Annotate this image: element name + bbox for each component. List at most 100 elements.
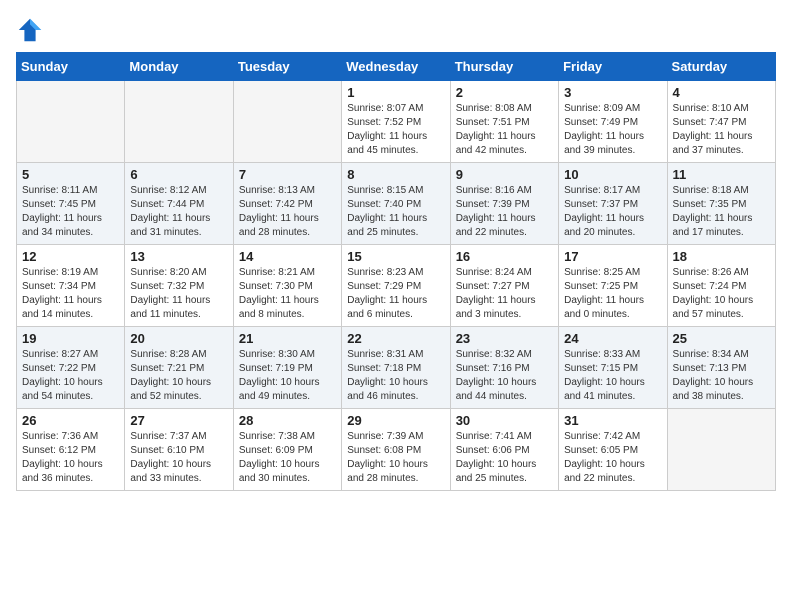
day-number: 8: [347, 167, 444, 182]
calendar-day-cell: 5Sunrise: 8:11 AM Sunset: 7:45 PM Daylig…: [17, 163, 125, 245]
calendar-day-cell: 18 Sunrise: 8:26 AM Sunset: 7:24 PM Dayli…: [667, 245, 775, 327]
day-info: Sunrise: 8:32 AM Sunset: 7:16 PM Dayligh…: [456, 348, 553, 404]
day-info: Sunrise: 7:39 AM Sunset: 6:08 PM Dayligh…: [347, 430, 444, 486]
calendar-day-cell: 21Sunrise: 8:30 AM Sunset: 7:19 PM Dayli…: [233, 327, 341, 409]
calendar-week-row: 19 Sunrise: 8:27 AM Sunset: 7:22 PM Dayli…: [17, 327, 776, 409]
day-number: 14: [239, 249, 336, 264]
day-info: Sunrise: 7:36 AM Sunset: 6:12 PM Dayligh…: [22, 430, 119, 486]
calendar-day-cell: 17 Sunrise: 8:25 AM Sunset: 7:25 PM Dayli…: [559, 245, 667, 327]
day-number: 25: [673, 331, 770, 346]
calendar-day-cell: 14 Sunrise: 8:21 AM Sunset: 7:30 PM Dayli…: [233, 245, 341, 327]
weekday-header-thursday: Thursday: [450, 53, 558, 81]
day-number: 29: [347, 413, 444, 428]
day-number: 4: [673, 85, 770, 100]
day-info: Sunrise: 8:10 AM Sunset: 7:47 PM Dayligh…: [673, 102, 770, 158]
page-header: [16, 16, 776, 44]
calendar-day-cell: 11 Sunrise: 8:18 AM Sunset: 7:35 PM Dayli…: [667, 163, 775, 245]
day-number: 19: [22, 331, 119, 346]
day-number: 9: [456, 167, 553, 182]
day-number: 7: [239, 167, 336, 182]
day-info: Sunrise: 8:16 AM Sunset: 7:39 PM Dayligh…: [456, 184, 553, 240]
day-number: 2: [456, 85, 553, 100]
day-number: 27: [130, 413, 227, 428]
day-number: 10: [564, 167, 661, 182]
calendar-day-cell: 1Sunrise: 8:07 AM Sunset: 7:52 PM Daylig…: [342, 81, 450, 163]
calendar-day-cell: 2 Sunrise: 8:08 AM Sunset: 7:51 PM Daylig…: [450, 81, 558, 163]
calendar-day-cell: [233, 81, 341, 163]
calendar-day-cell: 3Sunrise: 8:09 AM Sunset: 7:49 PM Daylig…: [559, 81, 667, 163]
day-number: 30: [456, 413, 553, 428]
day-number: 18: [673, 249, 770, 264]
calendar-week-row: 26 Sunrise: 7:36 AM Sunset: 6:12 PM Dayli…: [17, 409, 776, 491]
day-info: Sunrise: 8:15 AM Sunset: 7:40 PM Dayligh…: [347, 184, 444, 240]
logo: [16, 16, 48, 44]
calendar-day-cell: 23 Sunrise: 8:32 AM Sunset: 7:16 PM Dayli…: [450, 327, 558, 409]
calendar-day-cell: 16 Sunrise: 8:24 AM Sunset: 7:27 PM Dayli…: [450, 245, 558, 327]
day-number: 22: [347, 331, 444, 346]
day-number: 6: [130, 167, 227, 182]
calendar-day-cell: 29 Sunrise: 7:39 AM Sunset: 6:08 PM Dayli…: [342, 409, 450, 491]
day-info: Sunrise: 8:08 AM Sunset: 7:51 PM Dayligh…: [456, 102, 553, 158]
day-number: 17: [564, 249, 661, 264]
day-number: 26: [22, 413, 119, 428]
calendar-day-cell: 19 Sunrise: 8:27 AM Sunset: 7:22 PM Dayli…: [17, 327, 125, 409]
day-number: 20: [130, 331, 227, 346]
calendar-day-cell: [667, 409, 775, 491]
day-info: Sunrise: 8:26 AM Sunset: 7:24 PM Dayligh…: [673, 266, 770, 322]
day-info: Sunrise: 8:33 AM Sunset: 7:15 PM Dayligh…: [564, 348, 661, 404]
day-info: Sunrise: 8:13 AM Sunset: 7:42 PM Dayligh…: [239, 184, 336, 240]
day-info: Sunrise: 8:25 AM Sunset: 7:25 PM Dayligh…: [564, 266, 661, 322]
calendar-day-cell: 8 Sunrise: 8:15 AM Sunset: 7:40 PM Daylig…: [342, 163, 450, 245]
day-info: Sunrise: 8:09 AM Sunset: 7:49 PM Dayligh…: [564, 102, 661, 158]
day-number: 5: [22, 167, 119, 182]
calendar-day-cell: 28 Sunrise: 7:38 AM Sunset: 6:09 PM Dayli…: [233, 409, 341, 491]
day-number: 12: [22, 249, 119, 264]
day-info: Sunrise: 7:42 AM Sunset: 6:05 PM Dayligh…: [564, 430, 661, 486]
weekday-header-monday: Monday: [125, 53, 233, 81]
calendar-day-cell: 22 Sunrise: 8:31 AM Sunset: 7:18 PM Dayli…: [342, 327, 450, 409]
day-info: Sunrise: 8:18 AM Sunset: 7:35 PM Dayligh…: [673, 184, 770, 240]
calendar-day-cell: 4 Sunrise: 8:10 AM Sunset: 7:47 PM Daylig…: [667, 81, 775, 163]
day-info: Sunrise: 8:28 AM Sunset: 7:21 PM Dayligh…: [130, 348, 227, 404]
day-info: Sunrise: 8:24 AM Sunset: 7:27 PM Dayligh…: [456, 266, 553, 322]
calendar-day-cell: 25 Sunrise: 8:34 AM Sunset: 7:13 PM Dayli…: [667, 327, 775, 409]
calendar-day-cell: 9 Sunrise: 8:16 AM Sunset: 7:39 PM Daylig…: [450, 163, 558, 245]
calendar-header-row: SundayMondayTuesdayWednesdayThursdayFrid…: [17, 53, 776, 81]
day-info: Sunrise: 7:37 AM Sunset: 6:10 PM Dayligh…: [130, 430, 227, 486]
logo-icon: [16, 16, 44, 44]
weekday-header-saturday: Saturday: [667, 53, 775, 81]
calendar-day-cell: 27 Sunrise: 7:37 AM Sunset: 6:10 PM Dayli…: [125, 409, 233, 491]
day-info: Sunrise: 8:27 AM Sunset: 7:22 PM Dayligh…: [22, 348, 119, 404]
day-number: 13: [130, 249, 227, 264]
day-info: Sunrise: 7:41 AM Sunset: 6:06 PM Dayligh…: [456, 430, 553, 486]
day-number: 15: [347, 249, 444, 264]
day-info: Sunrise: 7:38 AM Sunset: 6:09 PM Dayligh…: [239, 430, 336, 486]
day-info: Sunrise: 8:30 AM Sunset: 7:19 PM Dayligh…: [239, 348, 336, 404]
calendar-day-cell: [17, 81, 125, 163]
day-number: 16: [456, 249, 553, 264]
day-info: Sunrise: 8:21 AM Sunset: 7:30 PM Dayligh…: [239, 266, 336, 322]
calendar-day-cell: 24 Sunrise: 8:33 AM Sunset: 7:15 PM Dayli…: [559, 327, 667, 409]
day-info: Sunrise: 8:34 AM Sunset: 7:13 PM Dayligh…: [673, 348, 770, 404]
calendar-day-cell: 26 Sunrise: 7:36 AM Sunset: 6:12 PM Dayli…: [17, 409, 125, 491]
calendar-day-cell: 7 Sunrise: 8:13 AM Sunset: 7:42 PM Daylig…: [233, 163, 341, 245]
day-info: Sunrise: 8:19 AM Sunset: 7:34 PM Dayligh…: [22, 266, 119, 322]
calendar-week-row: 5Sunrise: 8:11 AM Sunset: 7:45 PM Daylig…: [17, 163, 776, 245]
calendar-day-cell: 6Sunrise: 8:12 AM Sunset: 7:44 PM Daylig…: [125, 163, 233, 245]
day-number: 11: [673, 167, 770, 182]
day-number: 28: [239, 413, 336, 428]
day-number: 23: [456, 331, 553, 346]
calendar-day-cell: 31Sunrise: 7:42 AM Sunset: 6:05 PM Dayli…: [559, 409, 667, 491]
calendar-week-row: 12 Sunrise: 8:19 AM Sunset: 7:34 PM Dayli…: [17, 245, 776, 327]
calendar-day-cell: 15 Sunrise: 8:23 AM Sunset: 7:29 PM Dayli…: [342, 245, 450, 327]
calendar-week-row: 1Sunrise: 8:07 AM Sunset: 7:52 PM Daylig…: [17, 81, 776, 163]
day-info: Sunrise: 8:23 AM Sunset: 7:29 PM Dayligh…: [347, 266, 444, 322]
day-info: Sunrise: 8:20 AM Sunset: 7:32 PM Dayligh…: [130, 266, 227, 322]
day-info: Sunrise: 8:07 AM Sunset: 7:52 PM Dayligh…: [347, 102, 444, 158]
calendar-day-cell: 12 Sunrise: 8:19 AM Sunset: 7:34 PM Dayli…: [17, 245, 125, 327]
day-number: 24: [564, 331, 661, 346]
weekday-header-friday: Friday: [559, 53, 667, 81]
calendar-day-cell: 13 Sunrise: 8:20 AM Sunset: 7:32 PM Dayli…: [125, 245, 233, 327]
weekday-header-sunday: Sunday: [17, 53, 125, 81]
day-info: Sunrise: 8:31 AM Sunset: 7:18 PM Dayligh…: [347, 348, 444, 404]
